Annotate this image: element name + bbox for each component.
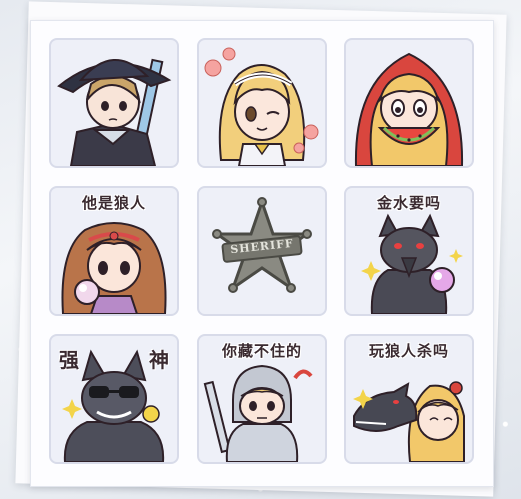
hunter-knight-illustration: [57, 58, 172, 166]
sticker-caption-left: 强: [59, 348, 79, 372]
sticker-wolf-crystal-ball[interactable]: 金水要吗: [344, 186, 474, 316]
sticker-caption: 他是狼人: [81, 194, 146, 212]
sticker-wolf-sunglasses[interactable]: 强 神: [49, 334, 179, 464]
sticker-caption-right: 神: [149, 348, 169, 372]
sticker-blonde-girl-wink[interactable]: [197, 38, 327, 168]
red-hood-illustration: [354, 52, 464, 166]
sticker-wolf-and-girl[interactable]: 玩狼人杀吗: [344, 334, 474, 464]
sticker-caption: 你藏不住的: [221, 342, 302, 360]
sticker-hunter-knight[interactable]: [49, 38, 179, 168]
blonde-girl-illustration: [204, 47, 319, 166]
sticker-knight-boy[interactable]: 你藏不住的: [197, 334, 327, 464]
sticker-caption: 玩狼人杀吗: [368, 342, 449, 360]
sticker-fortune-teller[interactable]: 他是狼人: [49, 186, 179, 316]
sticker-sheriff-badge[interactable]: SHERIFF: [197, 186, 327, 316]
sticker-red-hood-watermelon[interactable]: [344, 38, 474, 168]
sticker-caption: 金水要吗: [376, 194, 441, 212]
